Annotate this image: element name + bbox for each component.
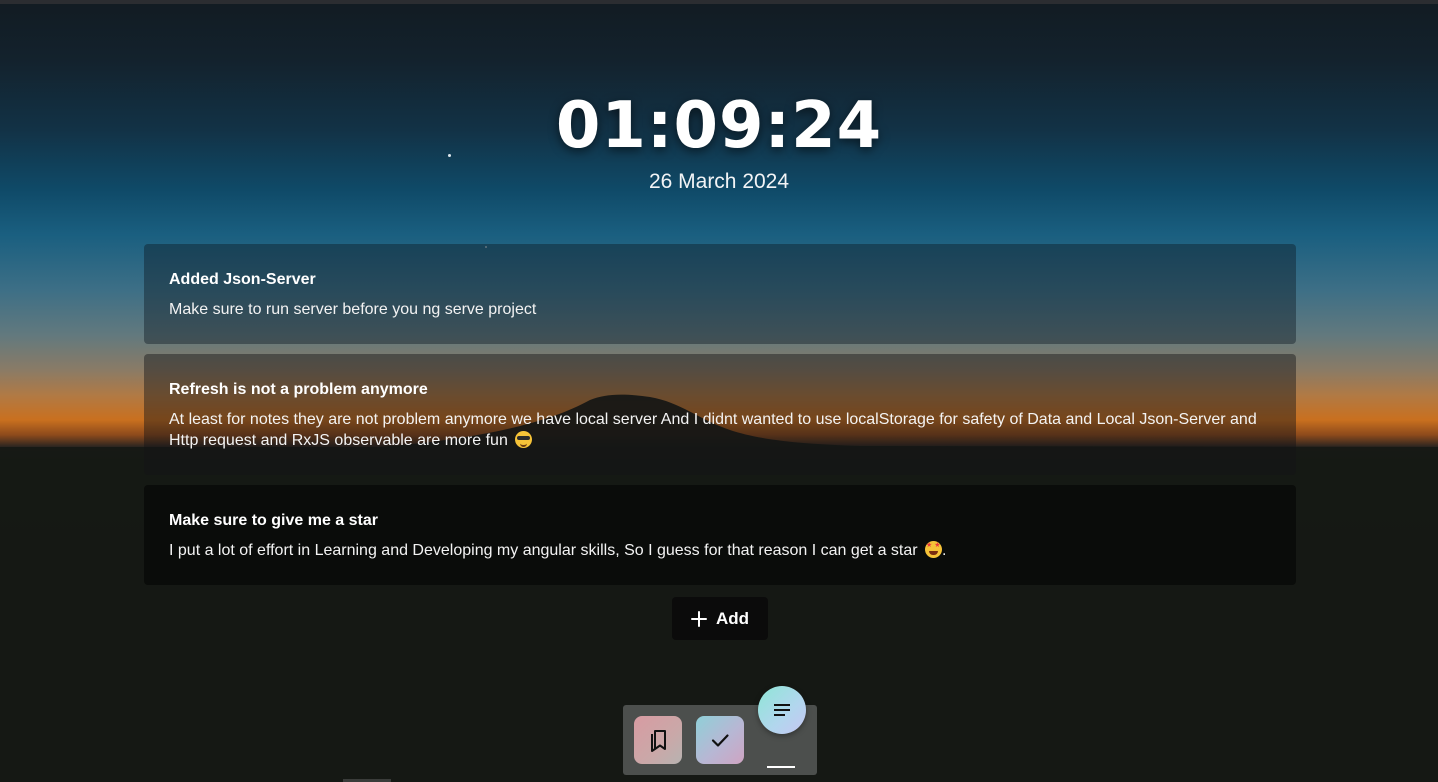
add-button-label: Add [715, 608, 750, 628]
add-note-button[interactable]: Add [672, 597, 768, 640]
menu-fab-button[interactable] [758, 686, 806, 734]
menu-lines-icon [774, 704, 790, 716]
active-indicator [767, 766, 795, 768]
note-title: Added Json-Server [169, 271, 316, 288]
note-title: Make sure to give me a star [169, 512, 378, 529]
note-body-text: Make sure to run server before you ng se… [169, 301, 537, 318]
clock-date: 26 March 2024 [648, 170, 790, 193]
note-body: At least for notes they are not problem … [169, 409, 1271, 451]
clock-time: 01:09:24 [555, 89, 883, 163]
window-top-strip [0, 0, 1438, 4]
note-body-text: At least for notes they are not problem … [169, 411, 1257, 449]
note-body-suffix: . [942, 542, 947, 559]
note-title: Refresh is not a problem anymore [169, 381, 428, 398]
note-card[interactable]: Make sure to give me a star I put a lot … [144, 485, 1296, 585]
bookmarks-icon [651, 730, 666, 752]
smiling-face-with-sunglasses-icon [515, 431, 533, 448]
note-body-text: I put a lot of effort in Learning and De… [169, 542, 918, 559]
note-card[interactable]: Added Json-Server Make sure to run serve… [144, 244, 1296, 344]
dock-notes-button[interactable] [634, 716, 682, 764]
note-body: Make sure to run server before you ng se… [169, 299, 1271, 320]
plus-icon [690, 610, 707, 627]
new-tab-page: 01:09:24 26 March 2024 Added Json-Server… [0, 0, 1438, 782]
check-icon [711, 734, 729, 747]
note-card[interactable]: Refresh is not a problem anymore At leas… [144, 354, 1296, 475]
star-struck-icon [925, 541, 943, 558]
dock-todos-button[interactable] [696, 716, 744, 764]
notes-list: Added Json-Server Make sure to run serve… [144, 244, 1296, 595]
note-body: I put a lot of effort in Learning and De… [169, 540, 1271, 561]
